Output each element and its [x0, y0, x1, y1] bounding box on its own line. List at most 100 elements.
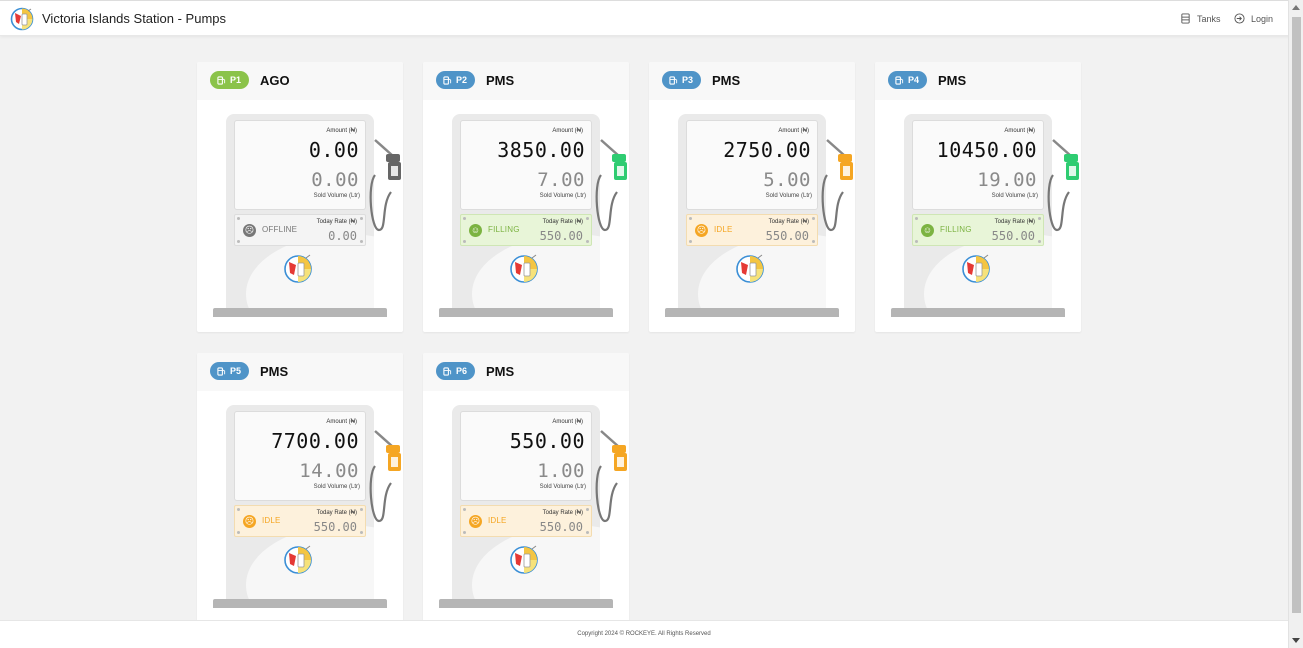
panel-screw: [586, 240, 589, 243]
pump-display: Amount (₦) 0.00 0.00 Sold Volume (Ltr): [234, 120, 366, 210]
footer: Copyright 2024 © ROCKEYE. All Rights Res…: [0, 620, 1288, 648]
rate-label: Today Rate (₦): [316, 510, 357, 516]
panel-screw: [1038, 240, 1041, 243]
pump-card-p5[interactable]: P5 PMS Amount (₦) 7700.00 14.00 Sold Vol…: [197, 353, 403, 623]
pump-base: [213, 308, 387, 317]
panel-screw: [915, 240, 918, 243]
panel-screw: [237, 531, 240, 534]
fuel-type: PMS: [486, 364, 515, 379]
pump-display: Amount (₦) 3850.00 7.00 Sold Volume (Ltr…: [460, 120, 592, 210]
pump-card-p6[interactable]: P6 PMS Amount (₦) 550.00 1.00 Sold Volum…: [423, 353, 629, 623]
rate-label: Today Rate (₦): [768, 219, 809, 225]
pump-card-p4[interactable]: P4 PMS Amount (₦) 10450.00 19.00 Sold Vo…: [875, 62, 1081, 332]
panel-screw: [689, 240, 692, 243]
status-face-icon: ☺: [469, 224, 482, 237]
pump-id-badge: P2: [436, 71, 476, 89]
pump-body: Amount (₦) 0.00 0.00 Sold Volume (Ltr) ☹…: [226, 114, 374, 314]
station-logo-icon[interactable]: [10, 7, 34, 31]
amount-label: Amount (₦): [1004, 128, 1035, 134]
status-panel: ☹ OFFLINE Today Rate (₦) 0.00: [234, 214, 366, 246]
pump-body: Amount (₦) 10450.00 19.00 Sold Volume (L…: [904, 114, 1052, 314]
amount-value: 0.00: [308, 138, 359, 162]
copyright-text: Copyright 2024 © ROCKEYE. All Rights Res…: [577, 631, 711, 637]
pump-base: [665, 308, 839, 317]
brand-logo-icon: [962, 254, 990, 283]
status-panel: ☹ IDLE Today Rate (₦) 550.00: [686, 214, 818, 246]
fuel-type: PMS: [712, 73, 741, 88]
status-face-icon: ☹: [695, 224, 708, 237]
login-icon: [1234, 13, 1245, 24]
pump-id: P4: [908, 75, 920, 85]
pump-card-p3[interactable]: P3 PMS Amount (₦) 2750.00 5.00 Sold Volu…: [649, 62, 855, 332]
pump-id: P5: [230, 366, 242, 376]
pump-id-badge: P5: [210, 362, 250, 380]
volume-value: 7.00: [537, 169, 585, 191]
scroll-thumb[interactable]: [1292, 17, 1301, 613]
panel-screw: [237, 240, 240, 243]
amount-label: Amount (₦): [552, 128, 583, 134]
panel-screw: [689, 217, 692, 220]
pump-id-badge: P6: [436, 362, 476, 380]
vertical-scrollbar[interactable]: [1288, 0, 1303, 648]
fuel-pump-icon: [895, 75, 904, 85]
rate-value: 550.00: [991, 229, 1035, 243]
fuel-pump-icon: [443, 75, 452, 85]
volume-label: Sold Volume (Ltr): [539, 193, 586, 199]
status-panel: ☹ IDLE Today Rate (₦) 550.00: [460, 505, 592, 537]
nav-tanks-label: Tanks: [1197, 13, 1221, 24]
panel-screw: [360, 531, 363, 534]
fuel-pump-icon: [217, 75, 226, 85]
status-panel: ☺ FILLING Today Rate (₦) 550.00: [460, 214, 592, 246]
pump-id: P1: [230, 75, 242, 85]
pump-base: [439, 599, 613, 608]
rate-label: Today Rate (₦): [542, 219, 583, 225]
pump-base: [213, 599, 387, 608]
amount-label: Amount (₦): [552, 419, 583, 425]
amount-value: 3850.00: [497, 138, 585, 162]
fuel-type: PMS: [486, 73, 515, 88]
status-text: FILLING: [940, 225, 972, 234]
fuel-nozzle-icon: [369, 139, 401, 232]
nav-login[interactable]: Login: [1234, 13, 1273, 24]
status-face-icon: ☹: [469, 515, 482, 528]
pump-body: Amount (₦) 2750.00 5.00 Sold Volume (Ltr…: [678, 114, 826, 314]
pump-card-p1[interactable]: P1 AGO Amount (₦) 0.00 0.00 Sold Volume …: [197, 62, 403, 332]
status-panel: ☺ FILLING Today Rate (₦) 550.00: [912, 214, 1044, 246]
fuel-nozzle-icon: [369, 430, 401, 523]
panel-screw: [237, 217, 240, 220]
brand-logo-icon: [284, 254, 312, 283]
panel-screw: [812, 217, 815, 220]
pump-base: [891, 308, 1065, 317]
nav-login-label: Login: [1251, 13, 1274, 24]
tank-icon: [1181, 13, 1190, 24]
pump-id: P3: [682, 75, 694, 85]
rate-label: Today Rate (₦): [542, 510, 583, 516]
volume-label: Sold Volume (Ltr): [313, 193, 360, 199]
fuel-type: AGO: [260, 73, 290, 88]
pump-id-badge: P1: [210, 71, 250, 89]
panel-screw: [463, 531, 466, 534]
volume-value: 0.00: [311, 169, 359, 191]
fuel-nozzle-icon: [1047, 139, 1079, 232]
panel-screw: [463, 240, 466, 243]
volume-label: Sold Volume (Ltr): [765, 193, 812, 199]
status-text: IDLE: [488, 516, 507, 525]
rate-value: 0.00: [328, 229, 357, 243]
pump-card-p2[interactable]: P2 PMS Amount (₦) 3850.00 7.00 Sold Volu…: [423, 62, 629, 332]
scroll-down-arrow-icon[interactable]: [1292, 638, 1300, 643]
rate-value: 550.00: [539, 520, 583, 534]
panel-screw: [586, 531, 589, 534]
scroll-up-arrow-icon[interactable]: [1292, 5, 1300, 10]
panel-screw: [812, 240, 815, 243]
rate-value: 550.00: [539, 229, 583, 243]
top-bar: Victoria Islands Station - Pumps Tanks L…: [0, 0, 1303, 36]
fuel-nozzle-icon: [821, 139, 853, 232]
panel-screw: [360, 217, 363, 220]
pump-card-header: P2 PMS: [423, 62, 629, 100]
volume-label: Sold Volume (Ltr): [313, 484, 360, 490]
fuel-nozzle-icon: [595, 139, 627, 232]
fuel-type: PMS: [938, 73, 967, 88]
nav-tanks[interactable]: Tanks: [1180, 13, 1221, 24]
volume-value: 5.00: [763, 169, 811, 191]
brand-logo-icon: [510, 545, 538, 574]
